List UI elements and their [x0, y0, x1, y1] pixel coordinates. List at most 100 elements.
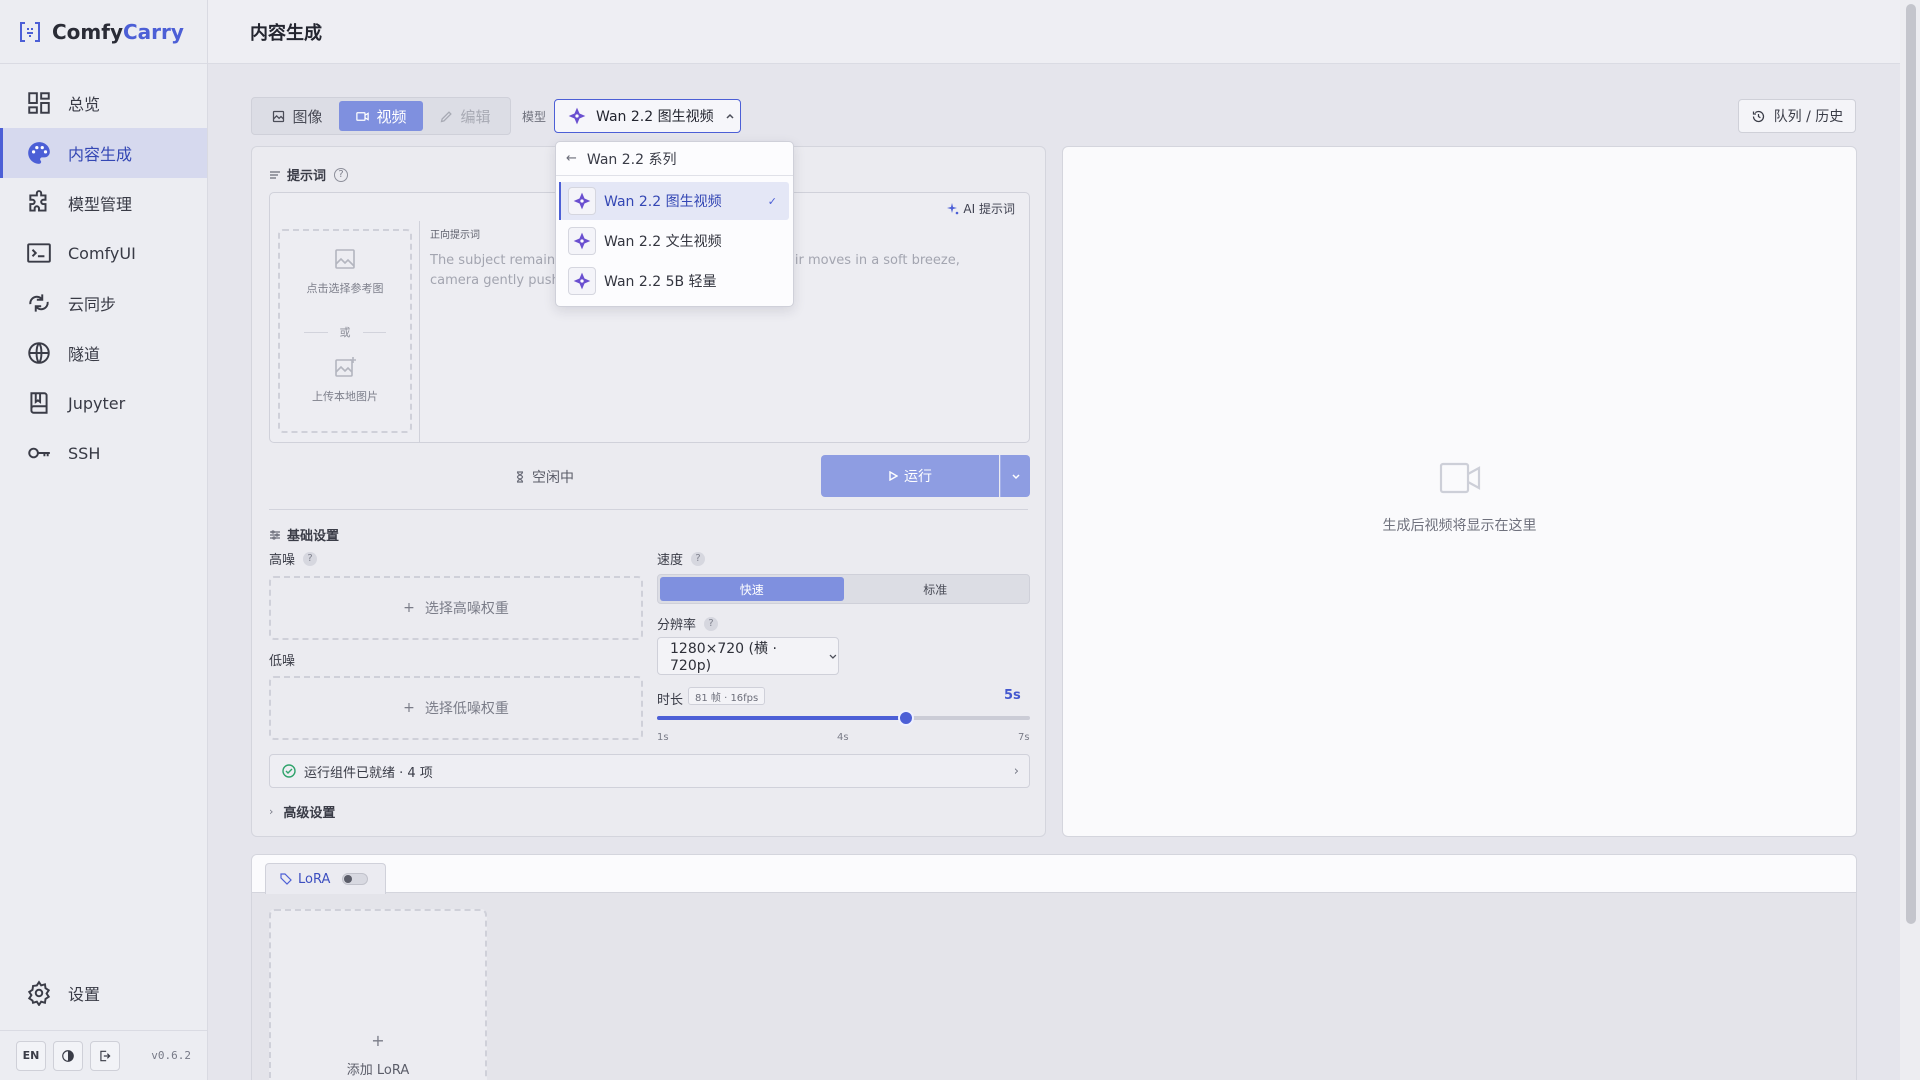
- page-header: 内容生成: [208, 0, 1900, 64]
- sidebar-item-label: 设置: [68, 985, 101, 1004]
- duration-tick-min: 1s: [657, 732, 669, 743]
- low-noise-label: 低噪: [269, 650, 295, 669]
- logout-button[interactable]: [90, 1040, 120, 1071]
- cloud-sync-icon: [29, 294, 49, 312]
- language-toggle-button[interactable]: EN: [16, 1040, 46, 1071]
- run-status-text: 空闲中: [532, 470, 574, 486]
- select-high-noise-button[interactable]: + 选择高噪权重: [269, 576, 643, 640]
- play-icon: [889, 471, 898, 481]
- ai-prompt-button[interactable]: AI 提示词: [947, 200, 1015, 217]
- select-reference-label: 点击选择参考图: [306, 282, 384, 295]
- model-option-wan-5b[interactable]: Wan 2.2 5B 轻量: [560, 262, 789, 300]
- duration-tick-max: 7s: [1018, 732, 1030, 743]
- video-placeholder-icon: [1439, 462, 1481, 494]
- queue-history-button[interactable]: 队列 / 历史: [1738, 99, 1856, 133]
- chevron-right-icon: ›: [269, 805, 274, 818]
- model-option-label: Wan 2.2 文生视频: [604, 234, 722, 250]
- ai-prompt-label: AI 提示词: [963, 202, 1015, 216]
- preview-panel: 生成后视频将显示在这里: [1062, 146, 1857, 837]
- model-option-wan-t2v[interactable]: Wan 2.2 文生视频: [560, 222, 789, 260]
- sidebar-item-tunnel[interactable]: 隧道: [0, 328, 207, 378]
- model-select-value: Wan 2.2 图生视频: [596, 109, 714, 125]
- lora-tab-label: LoRA: [298, 871, 331, 887]
- components-ready-bar[interactable]: 运行组件已就绪 · 4 项 ›: [269, 754, 1030, 788]
- page-title: 内容生成: [250, 22, 322, 44]
- theme-toggle-button[interactable]: [53, 1040, 83, 1071]
- run-status: 空闲中: [514, 467, 574, 487]
- ref-or-divider: 或: [292, 324, 398, 340]
- hourglass-icon: [516, 471, 524, 483]
- sidebar-item-model-management[interactable]: 模型管理: [0, 178, 207, 228]
- sidebar-item-ssh[interactable]: SSH: [0, 428, 207, 478]
- lora-enable-toggle[interactable]: [342, 873, 369, 885]
- sparkle-icon: [947, 202, 959, 214]
- tab-label: 视频: [376, 107, 407, 126]
- gear-icon: [27, 980, 51, 1006]
- duration-slider-thumb[interactable]: [897, 710, 914, 726]
- help-icon[interactable]: ?: [704, 616, 719, 631]
- lora-tabbar: LoRA: [252, 855, 1856, 894]
- components-ready-text: 运行组件已就绪 · 4 项: [304, 765, 433, 781]
- arrow-left-icon: ←: [566, 151, 577, 166]
- model-option-wan-i2v[interactable]: Wan 2.2 图生视频 ✓: [559, 182, 789, 220]
- tab-edit[interactable]: 编辑: [423, 101, 507, 131]
- reference-image-column: 点击选择参考图 或 上传本地图片: [270, 221, 420, 442]
- field-label-text: 低噪: [269, 654, 296, 669]
- model-option-label: Wan 2.2 5B 轻量: [604, 274, 717, 290]
- plus-icon: +: [403, 600, 415, 616]
- lora-panel: LoRA + 添加 LoRA: [251, 854, 1857, 1080]
- speed-option-fast[interactable]: 快速: [660, 577, 844, 601]
- duration-slider[interactable]: [657, 710, 1030, 726]
- run-button[interactable]: 运行: [821, 455, 999, 497]
- sidebar-item-overview[interactable]: 总览: [0, 78, 207, 128]
- tab-lora[interactable]: LoRA: [265, 863, 386, 894]
- model-select[interactable]: Wan 2.2 图生视频: [554, 99, 741, 133]
- select-low-noise-button[interactable]: + 选择低噪权重: [269, 676, 643, 740]
- chevron-right-icon: ›: [1013, 763, 1019, 779]
- sidebar-item-comfyui[interactable]: ComfyUI: [0, 228, 207, 278]
- sidebar-item-content-generation[interactable]: 内容生成: [0, 128, 207, 178]
- section-title-text: 提示词: [287, 169, 327, 184]
- select-reference-button[interactable]: 点击选择参考图: [280, 247, 410, 296]
- model-dropdown-header[interactable]: ← Wan 2.2 系列: [556, 142, 793, 176]
- advanced-settings-label: 高级设置: [283, 806, 336, 821]
- model-option-label: Wan 2.2 图生视频: [604, 194, 722, 210]
- page-scrollbar[interactable]: [1900, 0, 1920, 1080]
- speed-option-standard[interactable]: 标准: [844, 577, 1028, 601]
- tab-image[interactable]: 图像: [255, 101, 339, 131]
- prompt-text-line1: The subject remains: [430, 253, 562, 268]
- contrast-icon: [62, 1049, 74, 1062]
- sidebar-item-settings[interactable]: 设置: [0, 968, 207, 1018]
- resolution-select[interactable]: 1280×720 (横 · 720p): [657, 637, 839, 675]
- duration-tick-mid: 4s: [837, 732, 849, 743]
- field-label-text: 高噪: [269, 553, 296, 568]
- duration-frames-badge: 81 帧 · 16fps: [688, 687, 766, 705]
- tag-icon: [280, 873, 292, 885]
- scrollbar-thumb[interactable]: [1906, 4, 1916, 924]
- help-icon[interactable]: ?: [303, 551, 318, 566]
- advanced-settings-toggle[interactable]: › 高级设置: [269, 802, 335, 821]
- add-lora-button[interactable]: + 添加 LoRA: [269, 909, 487, 1080]
- help-icon[interactable]: ?: [691, 551, 706, 566]
- duration-value: 5s: [1004, 688, 1021, 703]
- sidebar-item-label: 模型管理: [68, 195, 133, 214]
- duration-slider-fill: [657, 716, 906, 720]
- reference-image-dropzone: 点击选择参考图 或 上传本地图片: [278, 229, 412, 433]
- sidebar-item-label: ComfyUI: [68, 243, 136, 263]
- sidebar-item-jupyter[interactable]: Jupyter: [0, 378, 207, 428]
- upload-local-image-button[interactable]: 上传本地图片: [280, 355, 410, 404]
- positive-prompt-label: 正向提示词: [430, 230, 480, 241]
- tab-video[interactable]: 视频: [339, 101, 423, 131]
- sidebar-footer: EN v0.6.2: [0, 1030, 207, 1080]
- tab-label: 图像: [292, 107, 323, 126]
- preview-empty-text: 生成后视频将显示在这里: [1382, 518, 1537, 534]
- sidebar-item-cloud-sync[interactable]: 云同步: [0, 278, 207, 328]
- chevron-up-icon: [726, 113, 734, 119]
- help-icon[interactable]: ?: [334, 167, 349, 182]
- sidebar: ComfyCarry 总览 内容生成 模型管理 ComfyUI 云同步 隧道 J…: [0, 0, 208, 1080]
- run-options-button[interactable]: [1000, 455, 1030, 497]
- field-label-text: 分辨率: [657, 618, 697, 633]
- upload-local-label: 上传本地图片: [312, 390, 378, 403]
- speed-segmented-control: 快速 标准: [657, 574, 1030, 604]
- brand[interactable]: ComfyCarry: [0, 0, 207, 64]
